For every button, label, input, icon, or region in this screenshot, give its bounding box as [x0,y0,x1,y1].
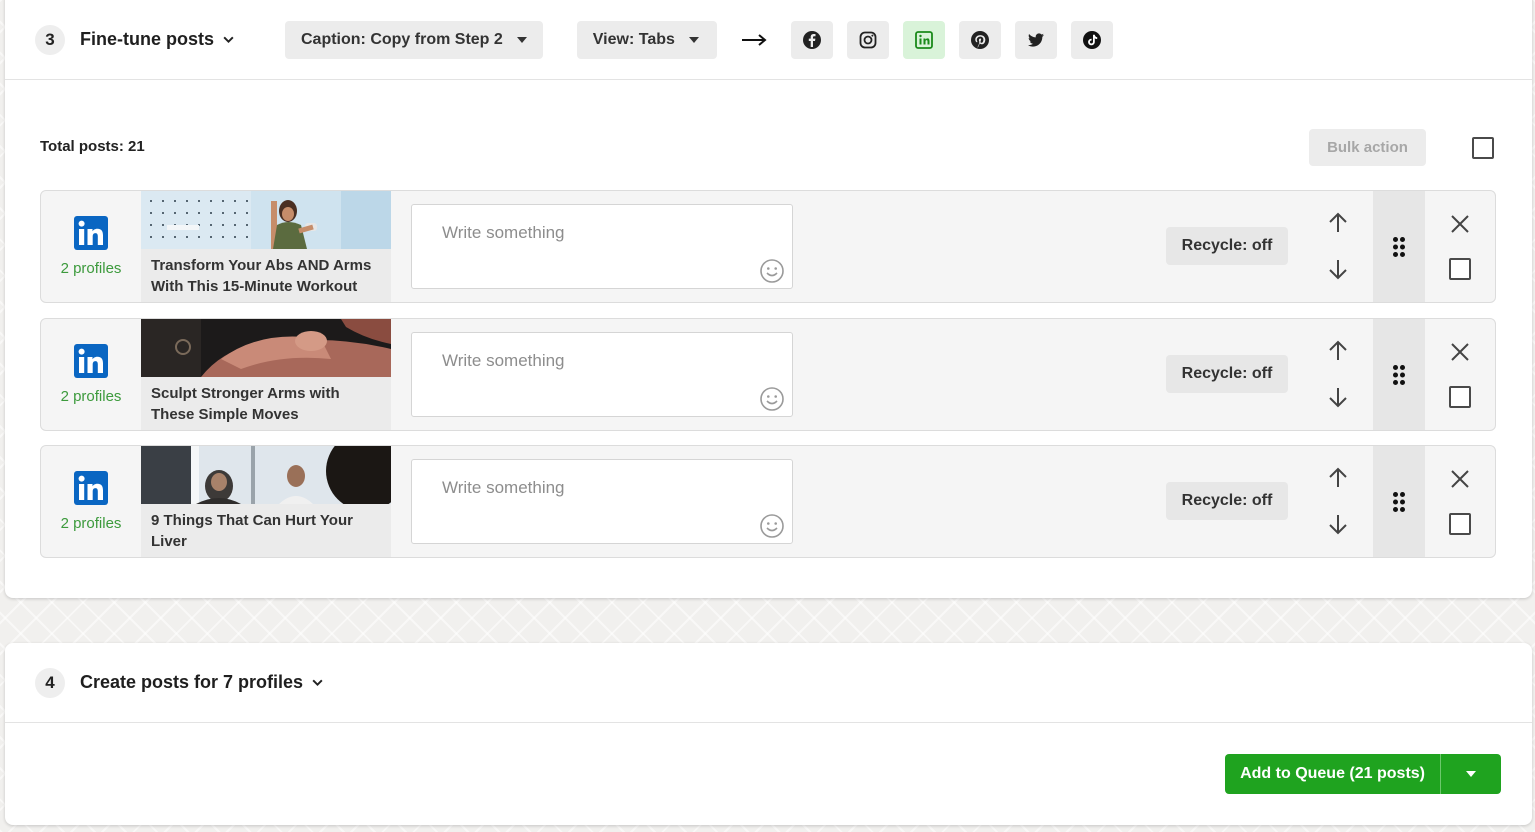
select-all-checkbox[interactable] [1472,137,1494,159]
network-filter-group [790,20,1113,59]
network-tab-linkedin[interactable] [902,20,945,59]
profiles-count[interactable]: 2 profiles [61,515,122,532]
emoji-icon[interactable] [759,513,785,539]
emoji-icon[interactable] [759,386,785,412]
step-3-card: 3 Fine-tune posts Caption: Copy from Ste… [5,0,1532,598]
preview-image [141,446,391,504]
drag-dots-icon [1393,491,1405,512]
post-select-checkbox[interactable] [1449,386,1471,408]
post-network: 2 profiles [41,319,141,430]
caption-input[interactable] [412,333,792,416]
step-number: 4 [35,667,65,698]
preview-title: Transform Your Abs AND Arms With This 15… [151,257,372,295]
caption-dropdown[interactable]: Caption: Copy from Step 2 [285,20,543,59]
recycle-toggle[interactable]: Recycle: off [1166,227,1288,265]
pinterest-icon [970,30,989,49]
post-row: 2 profiles 9 Things That Can Hurt Your L… [40,445,1496,558]
link-preview: 9 Things That Can Hurt Your Liver [141,446,391,557]
network-tab-instagram[interactable] [846,20,889,59]
drag-dots-icon [1393,364,1405,385]
bulk-action-button[interactable]: Bulk action [1309,129,1426,166]
preview-title: 9 Things That Can Hurt Your Liver [151,512,353,550]
profiles-count[interactable]: 2 profiles [61,260,122,277]
arrow-down-icon[interactable] [1326,257,1350,281]
caption-editor [411,459,793,544]
chevron-down-icon [312,679,323,687]
linkedin-icon [74,216,108,250]
caret-down-icon [688,36,699,43]
caption-input[interactable] [412,460,792,543]
emoji-icon[interactable] [759,258,785,284]
drag-dots-icon [1393,236,1405,257]
drag-handle[interactable] [1373,191,1425,302]
view-dropdown[interactable]: View: Tabs [576,20,717,59]
add-to-queue-button[interactable]: Add to Queue (21 posts) [1225,754,1441,794]
drag-handle[interactable] [1373,446,1425,557]
linkedin-icon [74,344,108,378]
arrow-down-icon[interactable] [1326,512,1350,536]
step-4-title-toggle[interactable]: Create posts for 7 profiles [80,672,324,693]
caret-down-icon [1466,771,1476,777]
chevron-down-icon [223,36,234,44]
caret-down-icon [516,36,527,43]
post-select-checkbox[interactable] [1449,258,1471,280]
post-row: 2 profiles Transform Your Abs AND Arms W… [40,190,1496,303]
recycle-toggle[interactable]: Recycle: off [1166,482,1288,520]
post-select-checkbox[interactable] [1449,513,1471,535]
drag-handle[interactable] [1373,319,1425,430]
step-title-label: Create posts for 7 profiles [80,672,304,692]
queue-options-dropdown[interactable] [1441,754,1501,794]
arrow-up-icon[interactable] [1326,211,1350,235]
step-title-label: Fine-tune posts [80,29,214,49]
close-icon[interactable] [1448,340,1472,364]
post-network: 2 profiles [41,446,141,557]
post-row: 2 profiles Sculpt Stronger Arms with The… [40,318,1496,431]
twitter-icon [1027,32,1044,47]
step-3-header: 3 Fine-tune posts Caption: Copy from Ste… [5,0,1532,80]
step-3-title-toggle[interactable]: Fine-tune posts [80,29,235,50]
preview-image [141,191,391,249]
network-tab-tiktok[interactable] [1070,20,1113,59]
recycle-toggle[interactable]: Recycle: off [1166,355,1288,393]
linkedin-icon [74,471,108,505]
arrow-up-icon[interactable] [1326,466,1350,490]
caption-editor [411,204,793,289]
network-tab-twitter[interactable] [1014,20,1057,59]
preview-image [141,319,391,377]
step-number: 3 [35,24,65,55]
view-dropdown-label: View: Tabs [592,30,675,48]
arrow-down-icon[interactable] [1326,385,1350,409]
add-to-queue-group: Add to Queue (21 posts) [1225,754,1501,794]
posts-toolbar: Total posts: 21 Bulk action [40,129,1497,167]
link-preview: Transform Your Abs AND Arms With This 15… [141,191,391,302]
post-network: 2 profiles [41,191,141,302]
caption-editor [411,332,793,417]
preview-title: Sculpt Stronger Arms with These Simple M… [151,385,340,423]
network-tab-pinterest[interactable] [958,20,1001,59]
close-icon[interactable] [1448,212,1472,236]
total-posts-count: Total posts: 21 [40,138,145,155]
step-4-header: 4 Create posts for 7 profiles [5,643,1532,723]
link-preview: Sculpt Stronger Arms with These Simple M… [141,319,391,430]
tiktok-icon [1082,30,1101,49]
caption-dropdown-label: Caption: Copy from Step 2 [301,30,503,48]
close-icon[interactable] [1448,467,1472,491]
profiles-count[interactable]: 2 profiles [61,388,122,405]
arrow-right-icon [741,33,767,46]
step-4-card: 4 Create posts for 7 profiles Add to Que… [5,643,1532,825]
linkedin-icon [914,30,933,49]
caption-input[interactable] [412,205,792,288]
network-tab-facebook[interactable] [790,20,833,59]
facebook-icon [802,30,821,49]
arrow-up-icon[interactable] [1326,339,1350,363]
instagram-icon [859,31,877,48]
